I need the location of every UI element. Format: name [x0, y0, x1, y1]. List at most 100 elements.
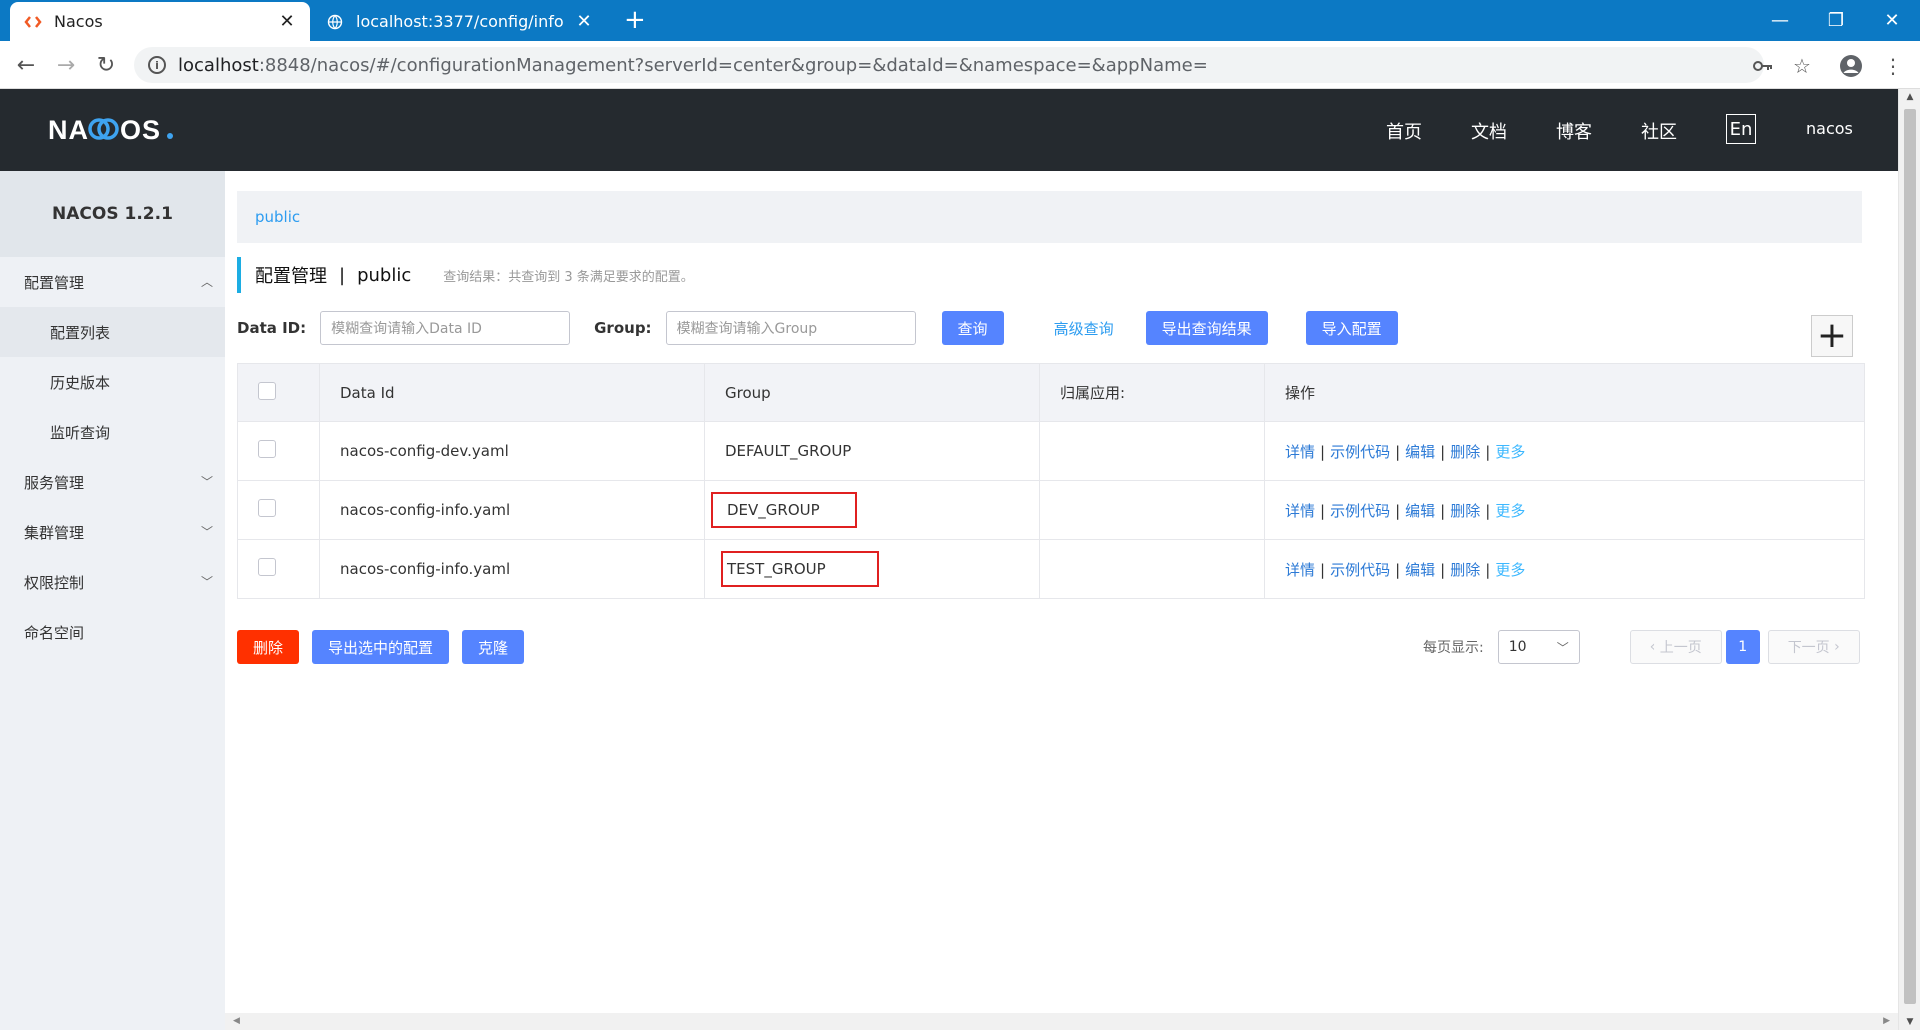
- table-row: nacos-config-info.yaml TEST_GROUP 详情 | 示例代…: [237, 539, 1865, 599]
- browser-tab-nacos[interactable]: Nacos ✕: [10, 2, 310, 41]
- data-id-label: Data ID:: [237, 319, 307, 337]
- horizontal-scrollbar[interactable]: ◀ ▶: [225, 1013, 1898, 1030]
- chevron-up-icon: ︿: [200, 275, 213, 289]
- namespace-tab-public[interactable]: public: [255, 208, 300, 226]
- bookmark-star-icon[interactable]: ☆: [1789, 53, 1815, 79]
- scroll-left-icon[interactable]: ◀: [233, 1013, 240, 1030]
- group-input[interactable]: 模糊查询请输入Group: [665, 311, 916, 345]
- filter-bar: Data ID: 模糊查询请输入Data ID Group: 模糊查询请输入Gr…: [237, 311, 1398, 345]
- browser-tabstrip: Nacos ✕ localhost:3377/config/info ✕ + —…: [0, 0, 1920, 41]
- close-window-icon[interactable]: ✕: [1864, 0, 1920, 41]
- next-page-button[interactable]: 下一页 ›: [1767, 630, 1860, 664]
- site-info-icon[interactable]: i: [148, 56, 166, 74]
- sidebar-item-listener-query[interactable]: 监听查询: [0, 407, 225, 457]
- nacos-logo[interactable]: NA OS: [48, 113, 178, 147]
- globe-icon: [326, 13, 344, 31]
- pagination: 每页显示: 10 ﹀ ‹ 上一页 1 下一页 ›: [1423, 630, 1860, 664]
- close-tab-icon[interactable]: ✕: [278, 11, 296, 32]
- op-detail-link[interactable]: 详情: [1285, 502, 1315, 520]
- query-button[interactable]: 查询: [941, 311, 1004, 345]
- op-edit-link[interactable]: 编辑: [1405, 443, 1435, 461]
- advanced-query-link[interactable]: 高级查询: [1054, 318, 1114, 339]
- nav-home[interactable]: 首页: [1386, 118, 1422, 144]
- sidebar-item-service-management[interactable]: 服务管理 ﹀: [0, 457, 225, 507]
- new-tab-icon[interactable]: +: [624, 6, 646, 34]
- sidebar-item-cluster-management[interactable]: 集群管理 ﹀: [0, 507, 225, 557]
- op-edit-link[interactable]: 编辑: [1405, 502, 1435, 520]
- tab-title: Nacos: [54, 12, 103, 31]
- page-size-select[interactable]: 10 ﹀: [1497, 630, 1580, 664]
- row-checkbox[interactable]: [258, 558, 276, 576]
- page-viewport: NA OS 首页 文档 博客 社区 En nacos NACOS 1.2.1 配…: [0, 89, 1898, 1030]
- select-all-checkbox[interactable]: [258, 381, 276, 400]
- op-more-link[interactable]: 更多: [1495, 443, 1525, 461]
- page-number-current[interactable]: 1: [1725, 630, 1760, 664]
- import-config-button[interactable]: 导入配置: [1305, 311, 1398, 345]
- row-operations: 详情 | 示例代码 | 编辑 | 删除 | 更多: [1264, 421, 1865, 481]
- back-icon[interactable]: ←: [12, 51, 40, 79]
- export-query-result-button[interactable]: 导出查询结果: [1145, 311, 1268, 345]
- row-app: [1039, 539, 1265, 599]
- nacos-favicon-icon: [24, 13, 42, 31]
- row-app: [1039, 421, 1265, 481]
- op-sample-code-link[interactable]: 示例代码: [1330, 502, 1390, 520]
- address-bar[interactable]: i localhost:8848/nacos/#/configurationMa…: [134, 47, 1764, 83]
- scrollbar-thumb[interactable]: [1904, 109, 1916, 1004]
- op-more-link[interactable]: 更多: [1495, 561, 1525, 579]
- reload-icon[interactable]: ↻: [92, 51, 120, 79]
- op-more-link[interactable]: 更多: [1495, 502, 1525, 520]
- op-sample-code-link[interactable]: 示例代码: [1330, 561, 1390, 579]
- clone-button[interactable]: 克隆: [462, 630, 524, 664]
- row-group-highlighted: TEST_GROUP: [721, 551, 879, 587]
- row-operations: 详情 | 示例代码 | 编辑 | 删除 | 更多: [1264, 480, 1865, 540]
- forward-icon[interactable]: →: [52, 51, 80, 79]
- browser-tab-config-info[interactable]: localhost:3377/config/info ✕: [312, 2, 607, 41]
- nacos-logo-mark: NA OS: [48, 115, 173, 145]
- config-table: Data Id Group 归属应用: 操作 nacos-config-dev.…: [237, 363, 1865, 599]
- scroll-right-icon[interactable]: ▶: [1883, 1013, 1890, 1030]
- chevron-left-icon: ‹: [1649, 639, 1660, 655]
- language-toggle-button[interactable]: En: [1726, 114, 1756, 144]
- sidebar-item-namespace[interactable]: 命名空间: [0, 607, 225, 657]
- delete-selected-button[interactable]: 删除: [237, 630, 299, 664]
- sidebar-item-config-management[interactable]: 配置管理 ︿: [0, 257, 225, 307]
- op-detail-link[interactable]: 详情: [1285, 443, 1315, 461]
- profile-icon[interactable]: [1838, 53, 1864, 79]
- add-config-button[interactable]: +: [1811, 315, 1853, 357]
- sidebar-item-config-list[interactable]: 配置列表: [0, 307, 225, 357]
- header-group: Group: [704, 363, 1040, 422]
- op-delete-link[interactable]: 删除: [1450, 502, 1480, 520]
- group-label: Group:: [594, 319, 652, 337]
- key-icon[interactable]: [1750, 53, 1776, 79]
- row-app: [1039, 480, 1265, 540]
- scroll-down-icon[interactable]: ▼: [1899, 1014, 1920, 1030]
- op-delete-link[interactable]: 删除: [1450, 443, 1480, 461]
- sidebar: NACOS 1.2.1 配置管理 ︿ 配置列表 历史版本 监听查询 服务管理 ﹀…: [0, 171, 225, 1030]
- op-delete-link[interactable]: 删除: [1450, 561, 1480, 579]
- close-tab-icon[interactable]: ✕: [575, 11, 593, 32]
- prev-page-button[interactable]: ‹ 上一页: [1629, 630, 1722, 664]
- scroll-up-icon[interactable]: ▲: [1899, 89, 1920, 105]
- top-navbar: NA OS 首页 文档 博客 社区 En nacos: [0, 89, 1898, 171]
- user-name[interactable]: nacos: [1806, 119, 1853, 138]
- nav-community[interactable]: 社区: [1641, 118, 1677, 144]
- row-checkbox[interactable]: [258, 440, 276, 458]
- page-size-label: 每页显示:: [1423, 640, 1484, 656]
- export-selected-button[interactable]: 导出选中的配置: [312, 630, 449, 664]
- op-sample-code-link[interactable]: 示例代码: [1330, 443, 1390, 461]
- op-edit-link[interactable]: 编辑: [1405, 561, 1435, 579]
- row-checkbox[interactable]: [258, 499, 276, 517]
- minimize-icon[interactable]: —: [1752, 0, 1808, 41]
- menu-dots-icon[interactable]: ⋮: [1880, 53, 1906, 79]
- header-data-id: Data Id: [319, 363, 705, 422]
- data-id-input[interactable]: 模糊查询请输入Data ID: [320, 311, 571, 345]
- maximize-icon[interactable]: ❐: [1808, 0, 1864, 41]
- nav-docs[interactable]: 文档: [1471, 118, 1507, 144]
- op-detail-link[interactable]: 详情: [1285, 561, 1315, 579]
- sidebar-item-history[interactable]: 历史版本: [0, 357, 225, 407]
- nav-blog[interactable]: 博客: [1556, 118, 1592, 144]
- vertical-scrollbar[interactable]: ▲ ▼: [1898, 89, 1920, 1030]
- chevron-right-icon: ›: [1829, 639, 1840, 655]
- row-data-id: nacos-config-info.yaml: [319, 480, 705, 540]
- sidebar-item-access-control[interactable]: 权限控制 ﹀: [0, 557, 225, 607]
